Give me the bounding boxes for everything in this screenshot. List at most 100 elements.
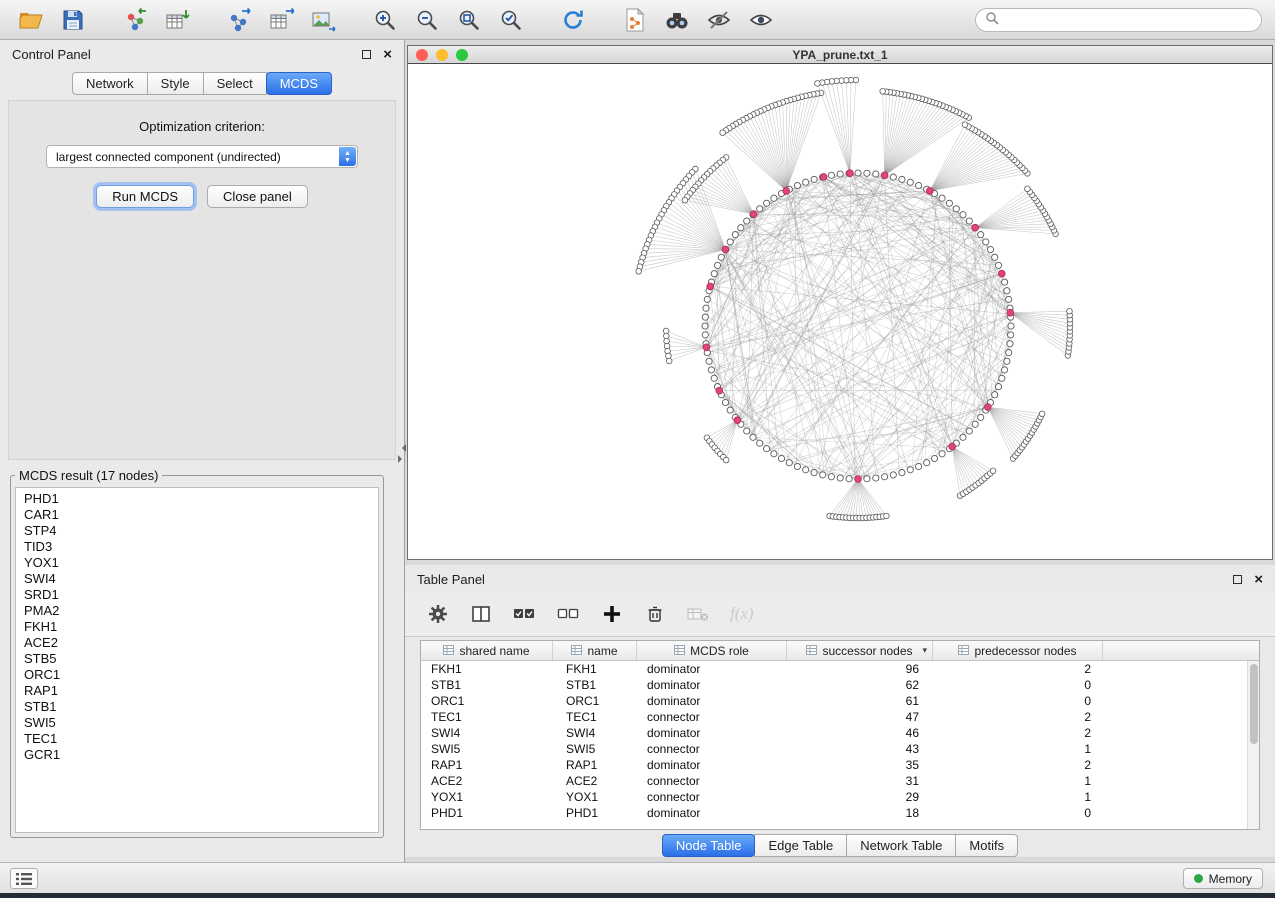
mcds-result-item[interactable]: CAR1: [16, 507, 378, 523]
collapse-left-icon[interactable]: [398, 444, 406, 452]
cell: 0: [933, 678, 1103, 692]
table-row[interactable]: STB1STB1dominator620: [421, 677, 1247, 693]
add-entry-icon[interactable]: [601, 602, 623, 626]
network-window-titlebar[interactable]: YPA_prune.txt_1: [408, 46, 1272, 64]
delete-entries-icon[interactable]: [644, 602, 666, 626]
column-header-shared-name[interactable]: shared name: [421, 641, 553, 660]
table-tab-node-table[interactable]: Node Table: [662, 834, 756, 857]
network-document-icon[interactable]: [614, 4, 656, 36]
column-type-icon: [806, 644, 817, 658]
table-tab-edge-table[interactable]: Edge Table: [754, 834, 847, 857]
mcds-result-item[interactable]: SWI4: [16, 571, 378, 587]
tab-style[interactable]: Style: [147, 72, 204, 95]
search-field[interactable]: [1004, 13, 1252, 27]
minimize-window-icon[interactable]: [436, 49, 448, 61]
cell: 1: [933, 774, 1103, 788]
mcds-result-item[interactable]: ORC1: [16, 667, 378, 683]
mcds-result-item[interactable]: GCR1: [16, 747, 378, 763]
mcds-result-item[interactable]: RAP1: [16, 683, 378, 699]
network-canvas[interactable]: [408, 64, 1272, 558]
refresh-layout-icon[interactable]: [552, 4, 594, 36]
mcds-result-item[interactable]: STP4: [16, 523, 378, 539]
deselect-all-icon[interactable]: [557, 602, 580, 626]
optimization-criterion-select[interactable]: largest connected component (undirected)…: [46, 145, 358, 168]
table-tab-network-table[interactable]: Network Table: [846, 834, 956, 857]
cell: TEC1: [421, 710, 553, 724]
column-type-icon: [571, 644, 582, 658]
memory-button[interactable]: Memory: [1183, 868, 1263, 889]
column-header-MCDS-role[interactable]: MCDS role: [637, 641, 787, 660]
mcds-result-item[interactable]: PMA2: [16, 603, 378, 619]
cell: 46: [787, 726, 933, 740]
tab-mcds[interactable]: MCDS: [266, 72, 332, 95]
settings-gear-icon[interactable]: [427, 602, 449, 626]
tab-network[interactable]: Network: [72, 72, 148, 95]
zoom-selected-icon[interactable]: [490, 4, 532, 36]
table-row[interactable]: FKH1FKH1dominator962: [421, 661, 1247, 677]
export-table-icon[interactable]: [260, 4, 302, 36]
mcds-result-item[interactable]: PHD1: [16, 491, 378, 507]
cell: dominator: [637, 678, 787, 692]
tab-select[interactable]: Select: [203, 72, 267, 95]
show-panels-button[interactable]: [10, 868, 38, 889]
mcds-result-item[interactable]: TID3: [16, 539, 378, 555]
search-icon: [985, 11, 999, 30]
control-panel-title: Control Panel: [12, 47, 91, 62]
zoom-in-icon[interactable]: [364, 4, 406, 36]
column-header-name[interactable]: name: [553, 641, 637, 660]
table-scrollbar-thumb[interactable]: [1250, 664, 1258, 744]
table-row[interactable]: RAP1RAP1dominator352: [421, 757, 1247, 773]
zoom-fit-icon[interactable]: [448, 4, 490, 36]
show-columns-icon[interactable]: [470, 602, 492, 626]
search-input[interactable]: [975, 8, 1262, 32]
float-panel-button[interactable]: [362, 50, 371, 59]
table-tab-motifs[interactable]: Motifs: [955, 834, 1018, 857]
run-mcds-button[interactable]: Run MCDS: [96, 185, 194, 208]
window-traffic-lights: [416, 49, 468, 61]
binoculars-icon[interactable]: [656, 4, 698, 36]
maximize-window-icon[interactable]: [456, 49, 468, 61]
table-row[interactable]: SWI5SWI5connector431: [421, 741, 1247, 757]
mcds-result-item[interactable]: SRD1: [16, 587, 378, 603]
column-header-successor-nodes[interactable]: successor nodes▾: [787, 641, 933, 660]
close-window-icon[interactable]: [416, 49, 428, 61]
close-panel-button-mcds[interactable]: Close panel: [207, 185, 308, 208]
mcds-result-item[interactable]: STB1: [16, 699, 378, 715]
cell: 2: [933, 726, 1103, 740]
cell: 29: [787, 790, 933, 804]
table-row[interactable]: ORC1ORC1dominator610: [421, 693, 1247, 709]
mcds-result-item[interactable]: FKH1: [16, 619, 378, 635]
zoom-out-icon[interactable]: [406, 4, 448, 36]
cell: ORC1: [553, 694, 637, 708]
open-file-icon[interactable]: [10, 4, 52, 36]
expand-right-icon[interactable]: [398, 455, 406, 463]
table-scrollbar[interactable]: [1247, 661, 1259, 829]
eye-icon[interactable]: [740, 4, 782, 36]
table-row[interactable]: SWI4SWI4dominator462: [421, 725, 1247, 741]
mcds-result-item[interactable]: ACE2: [16, 635, 378, 651]
eye-slash-icon[interactable]: [698, 4, 740, 36]
cell: STB1: [421, 678, 553, 692]
table-row[interactable]: YOX1YOX1connector291: [421, 789, 1247, 805]
table-row[interactable]: TEC1TEC1connector472: [421, 709, 1247, 725]
close-table-panel-button[interactable]: ×: [1254, 575, 1263, 584]
function-builder-icon: f(x): [730, 602, 754, 626]
export-network-icon[interactable]: [218, 4, 260, 36]
export-image-icon[interactable]: [302, 4, 344, 36]
float-table-panel-button[interactable]: [1233, 575, 1242, 584]
cell: 61: [787, 694, 933, 708]
column-header-predecessor-nodes[interactable]: predecessor nodes: [933, 641, 1103, 660]
select-all-icon[interactable]: [513, 602, 536, 626]
mcds-result-item[interactable]: STB5: [16, 651, 378, 667]
import-network-icon[interactable]: [114, 4, 156, 36]
close-panel-button[interactable]: ×: [383, 50, 392, 59]
cell: 96: [787, 662, 933, 676]
save-session-icon[interactable]: [52, 4, 94, 36]
panel-splitter[interactable]: [398, 444, 406, 470]
mcds-result-item[interactable]: SWI5: [16, 715, 378, 731]
mcds-result-item[interactable]: YOX1: [16, 555, 378, 571]
table-row[interactable]: ACE2ACE2connector311: [421, 773, 1247, 789]
table-row[interactable]: PHD1PHD1dominator180: [421, 805, 1247, 821]
mcds-result-item[interactable]: TEC1: [16, 731, 378, 747]
import-table-icon[interactable]: [156, 4, 198, 36]
